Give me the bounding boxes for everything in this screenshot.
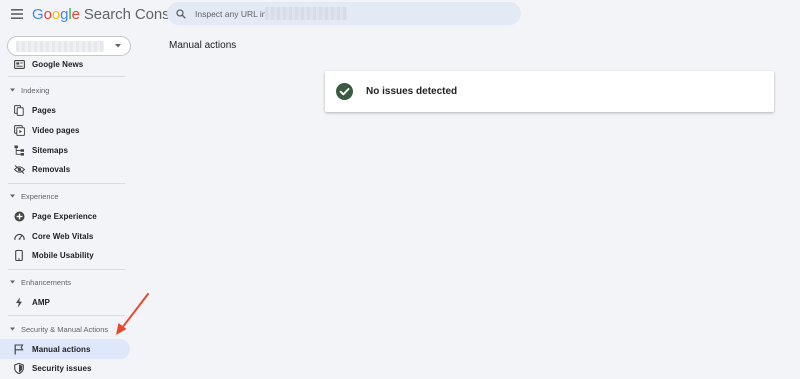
sidebar-item-google-news[interactable]: Google News	[0, 54, 130, 74]
chevron-down-icon	[10, 327, 15, 331]
page-title: Manual actions	[169, 40, 237, 51]
sidebar-item-manual-actions[interactable]: Manual actions	[0, 339, 130, 359]
divider	[8, 76, 125, 77]
sidebar-item-mobile-usability[interactable]: Mobile Usability	[0, 245, 130, 265]
search-icon	[176, 8, 186, 19]
divider	[8, 315, 125, 316]
sidebar-item-page-experience[interactable]: Page Experience	[0, 206, 130, 226]
removals-icon	[13, 163, 25, 175]
mobile-icon	[13, 249, 25, 261]
check-circle-icon	[336, 83, 353, 100]
chevron-down-icon	[10, 280, 15, 284]
top-bar: Google Search Console	[0, 0, 800, 30]
section-experience[interactable]: Experience	[0, 189, 130, 203]
shield-icon	[13, 362, 25, 374]
flag-icon	[13, 343, 25, 355]
video-pages-icon	[13, 124, 25, 136]
annotation-arrow-icon	[116, 293, 149, 335]
page-experience-icon	[13, 210, 25, 222]
sitemap-icon	[13, 144, 25, 156]
url-inspection-search[interactable]	[167, 2, 521, 25]
chevron-down-icon	[10, 194, 15, 198]
news-icon	[13, 58, 25, 70]
redacted-property	[16, 41, 104, 52]
sidebar-item-security-issues[interactable]: Security issues	[0, 358, 130, 378]
search-input[interactable]	[195, 8, 265, 19]
sidebar-item-pages[interactable]: Pages	[0, 100, 130, 120]
sidebar-item-sitemaps[interactable]: Sitemaps	[0, 140, 130, 160]
speedometer-icon	[13, 230, 25, 242]
redacted-property-name	[265, 7, 347, 20]
chevron-down-icon	[10, 88, 15, 92]
app-logo[interactable]: Google Search Console	[32, 6, 189, 23]
sidebar-item-core-web-vitals[interactable]: Core Web Vitals	[0, 226, 130, 246]
status-card: No issues detected	[325, 71, 774, 112]
section-enhancements[interactable]: Enhancements	[0, 275, 130, 289]
sidebar-item-video-pages[interactable]: Video pages	[0, 120, 130, 140]
property-selector[interactable]	[7, 36, 131, 56]
hamburger-menu-icon	[11, 9, 23, 19]
divider	[8, 269, 125, 270]
caret-down-icon	[115, 44, 121, 48]
sidebar-item-removals[interactable]: Removals	[0, 159, 130, 179]
bolt-icon	[13, 296, 25, 308]
pages-icon	[13, 104, 25, 116]
divider	[8, 183, 125, 184]
section-indexing[interactable]: Indexing	[0, 83, 130, 97]
status-message: No issues detected	[366, 86, 458, 97]
menu-button[interactable]	[6, 5, 28, 23]
